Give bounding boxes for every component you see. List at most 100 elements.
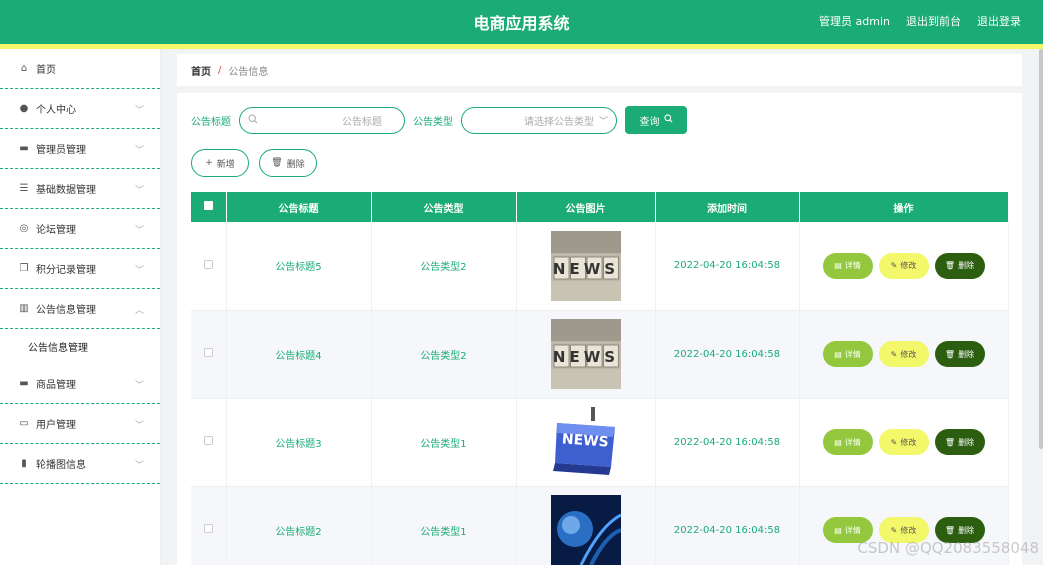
sidebar-item-label: 论坛管理 — [36, 225, 76, 236]
query-button[interactable]: 查询 — [625, 106, 687, 134]
trash-icon: 🗑 — [944, 261, 956, 271]
query-button-label: 查询 — [639, 116, 660, 128]
row-title: 公告标题5 — [226, 222, 372, 311]
sidebar-item-label: 管理员管理 — [36, 145, 86, 156]
row-type: 公告类型2 — [371, 222, 517, 311]
chevron-icon: ︿ — [134, 306, 144, 316]
sidebar-item-3[interactable]: ☰ 基础数据管理 ﹀ — [0, 169, 160, 209]
sidebar-item-2[interactable]: ▬ 管理员管理 ﹀ — [0, 129, 160, 169]
detail-button[interactable]: ▤ 详情 — [822, 341, 873, 367]
sidebar-item-8[interactable]: ▭ 用户管理 ﹀ — [0, 404, 160, 444]
title-filter-label: 公告标题 — [191, 116, 231, 128]
batch-delete-button[interactable]: 🗑 删除 — [259, 149, 317, 177]
detail-label: 详情 — [844, 437, 861, 447]
sidebar-item-0[interactable]: ⌂ 首页 — [0, 49, 160, 89]
svg-text:NEWS: NEWS — [552, 260, 618, 278]
row-image-cell: NEWS — [516, 310, 656, 399]
header-operations: 操作 — [799, 192, 1009, 222]
notice-thumbnail: NEWS — [550, 230, 621, 301]
svg-text:NEWS: NEWS — [552, 348, 618, 366]
monitor-icon: ▬ — [19, 143, 29, 154]
chevron-icon: ﹀ — [134, 226, 144, 236]
document-icon: ▤ — [834, 261, 842, 271]
edit-label: 修改 — [900, 525, 917, 535]
title-search-input[interactable]: 公告标题 — [239, 106, 405, 134]
delete-button[interactable]: 🗑 删除 — [934, 341, 985, 367]
detail-button[interactable]: ▤ 详情 — [822, 429, 873, 455]
svg-text:NEWS: NEWS — [561, 431, 609, 450]
chevron-icon: ﹀ — [134, 461, 144, 471]
top-links: 管理员 admin 退出到前台 退出登录 — [819, 13, 1021, 29]
row-type: 公告类型1 — [371, 486, 517, 565]
header-title: 公告标题 — [226, 192, 372, 222]
sidebar-item-6[interactable]: ▥ 公告信息管理 ︿ — [0, 289, 160, 329]
header-time: 添加时间 — [655, 192, 800, 222]
sidebar-item-5[interactable]: ❐ 积分记录管理 ﹀ — [0, 249, 160, 289]
watermark: CSDN @QQ2083558048 — [857, 539, 1039, 557]
sidebar-item-label: 公告信息管理 — [36, 305, 96, 316]
notice-thumbnail: NEWS — [550, 319, 621, 389]
sidebar-item-label: 商品管理 — [36, 380, 76, 391]
row-checkbox[interactable] — [203, 348, 213, 357]
exit-to-frontend-link[interactable]: 退出到前台 — [906, 13, 961, 29]
row-type: 公告类型2 — [371, 310, 517, 399]
row-title: 公告标题3 — [226, 398, 372, 487]
row-operations: ▤ 详情 ✎ 修改 🗑 删除 — [799, 222, 1009, 311]
header-image: 公告图片 — [516, 192, 656, 222]
breadcrumb-home[interactable]: 首页 — [191, 63, 211, 78]
row-image-cell — [516, 486, 656, 565]
sidebar-item-4[interactable]: ◎ 论坛管理 ﹀ — [0, 209, 160, 249]
detail-button[interactable]: ▤ 详情 — [822, 252, 873, 279]
ticket-icon: ▮ — [21, 458, 27, 469]
id-card-icon: ▭ — [19, 418, 29, 429]
header-type: 公告类型 — [371, 192, 517, 222]
edit-label: 修改 — [900, 261, 917, 271]
page-scrollbar[interactable] — [1039, 49, 1043, 449]
table-header-row: 公告标题 公告类型 公告图片 添加时间 操作 — [191, 192, 1009, 222]
edit-button[interactable]: ✎ 修改 — [878, 429, 929, 455]
row-checkbox[interactable] — [203, 436, 213, 445]
search-icon — [663, 114, 673, 126]
row-image-cell: NEWS — [516, 398, 656, 487]
row-image-cell: NEWS — [516, 222, 656, 311]
logout-link[interactable]: 退出登录 — [977, 13, 1021, 29]
edit-label: 修改 — [900, 349, 917, 359]
content-panel: 公告标题 公告标题 公告类型 请选择公告类型 ﹀ 查询 + 新增 🗑 删除 公告… — [177, 93, 1022, 565]
sidebar-item-1[interactable]: ● 个人中心 ﹀ — [0, 89, 160, 129]
row-select-cell — [191, 486, 227, 565]
sidebar-item-9[interactable]: ▮ 轮播图信息 ﹀ — [0, 444, 160, 484]
submenu-notice-management[interactable]: 公告信息管理 — [0, 329, 160, 364]
row-operations: ▤ 详情 ✎ 修改 🗑 删除 — [799, 398, 1009, 487]
detail-label: 详情 — [844, 525, 861, 535]
row-time: 2022-04-20 16:04:58 — [655, 398, 800, 487]
row-checkbox[interactable] — [203, 259, 213, 269]
top-bar: 电商应用系统 管理员 admin 退出到前台 退出登录 — [0, 0, 1043, 44]
home-icon: ⌂ — [20, 63, 28, 74]
sidebar-item-label: 轮播图信息 — [36, 460, 86, 471]
edit-button[interactable]: ✎ 修改 — [878, 252, 929, 279]
table-row: 公告标题5 公告类型2 NEWS 2022-04-20 16:04:58 ▤ 详情 ✎ 修改 🗑… — [191, 222, 1009, 311]
document-icon: ▤ — [834, 349, 842, 359]
delete-label: 删除 — [958, 349, 975, 359]
row-select-cell — [191, 222, 227, 311]
delete-button[interactable]: 🗑 删除 — [934, 429, 985, 455]
select-all-checkbox[interactable] — [203, 201, 213, 210]
compass-icon: ◎ — [19, 223, 29, 234]
trash-icon: 🗑 — [944, 437, 956, 447]
row-operations: ▤ 详情 ✎ 修改 🗑 删除 — [799, 310, 1009, 399]
delete-button[interactable]: 🗑 删除 — [934, 252, 985, 279]
edit-button[interactable]: ✎ 修改 — [878, 341, 929, 367]
row-type: 公告类型1 — [371, 398, 517, 487]
chevron-icon: ﹀ — [134, 381, 144, 391]
row-checkbox[interactable] — [203, 524, 213, 533]
sidebar-item-label: 首页 — [36, 65, 56, 76]
add-button[interactable]: + 新增 — [191, 149, 249, 177]
row-time: 2022-04-20 16:04:58 — [655, 222, 800, 311]
type-select[interactable]: 请选择公告类型 ﹀ — [461, 106, 617, 134]
copy-icon: ❐ — [19, 263, 29, 274]
sidebar-item-7[interactable]: ▬ 商品管理 ﹀ — [0, 364, 160, 404]
breadcrumb-separator: / — [218, 64, 222, 76]
row-select-cell — [191, 310, 227, 399]
row-select-cell — [191, 398, 227, 487]
row-title: 公告标题2 — [226, 486, 372, 565]
